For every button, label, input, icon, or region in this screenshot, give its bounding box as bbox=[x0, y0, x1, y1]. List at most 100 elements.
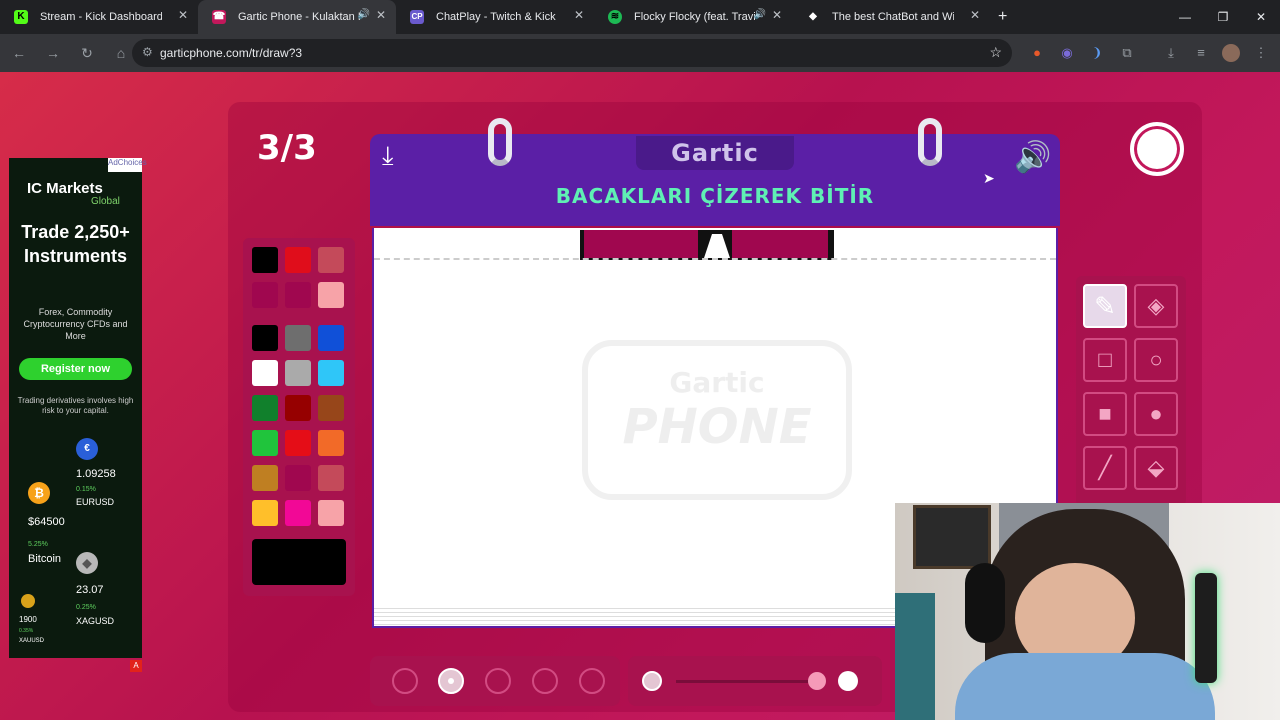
rectangle-fill-tool[interactable]: ■ bbox=[1083, 392, 1127, 436]
ad-register-button[interactable]: Register now bbox=[19, 358, 132, 380]
close-tab-icon[interactable]: ✕ bbox=[772, 8, 782, 22]
ticker-value: 23.07 bbox=[76, 584, 104, 596]
ellipse-outline-tool[interactable]: ○ bbox=[1134, 338, 1178, 382]
color-swatch[interactable] bbox=[252, 500, 278, 526]
ticker-name: Bitcoin bbox=[28, 553, 62, 565]
back-icon[interactable]: ← bbox=[4, 45, 34, 61]
color-swatch[interactable] bbox=[318, 500, 344, 526]
fill-bucket-tool[interactable]: ⬙ bbox=[1134, 446, 1178, 490]
brush-size-5[interactable] bbox=[579, 668, 605, 694]
brush-size-1[interactable] bbox=[392, 668, 418, 694]
address-toolbar: ← → ↻ ⌂ ⚙ garticphone.com/tr/draw?3 ☆ ● … bbox=[0, 34, 1280, 72]
color-swatch[interactable] bbox=[252, 325, 278, 351]
close-tab-icon[interactable]: ✕ bbox=[970, 8, 980, 22]
brush-size-4[interactable] bbox=[532, 668, 558, 694]
pencil-icon: ✎ bbox=[1094, 291, 1116, 321]
media-control-icon[interactable]: ≡ bbox=[1192, 44, 1210, 62]
color-swatch[interactable] bbox=[285, 430, 311, 456]
task-prompt: BACAKLARI ÇİZEREK BİTİR bbox=[555, 184, 875, 208]
close-tab-icon[interactable]: ✕ bbox=[574, 8, 584, 22]
tab-chatplay[interactable]: CP ChatPlay - Twitch & Kick İzleyic ✕ bbox=[396, 0, 594, 34]
forward-icon[interactable]: → bbox=[38, 45, 68, 61]
url-bar[interactable]: ⚙ garticphone.com/tr/draw?3 ☆ bbox=[132, 39, 1012, 67]
color-swatch[interactable] bbox=[318, 282, 344, 308]
color-swatch[interactable] bbox=[252, 247, 278, 273]
color-swatch[interactable] bbox=[285, 282, 311, 308]
close-tab-icon[interactable]: ✕ bbox=[376, 8, 386, 22]
color-swatch[interactable] bbox=[252, 282, 278, 308]
maximize-icon[interactable]: ❐ bbox=[1204, 0, 1242, 34]
close-window-icon[interactable]: ✕ bbox=[1242, 0, 1280, 34]
minimize-icon[interactable]: — bbox=[1166, 0, 1204, 34]
tab-chatbot[interactable]: ◆ The best ChatBot and Widgets ✕ bbox=[792, 0, 990, 34]
bucket-icon: ⬙ bbox=[1147, 455, 1165, 480]
pen-tool[interactable]: ✎ bbox=[1083, 284, 1127, 328]
speaker-icon[interactable]: 🔊 bbox=[358, 9, 370, 20]
adchoices-label[interactable]: AdChoices bbox=[108, 158, 147, 172]
tab-label: Stream - Kick Dashboard bbox=[40, 11, 162, 23]
round-counter: 3/3 bbox=[257, 128, 317, 168]
ticker-name: XAUUSD bbox=[19, 638, 45, 644]
tab-label: Flocky Flocky (feat. Travis Sc bbox=[634, 11, 756, 23]
tab-kick-dashboard[interactable]: K Stream - Kick Dashboard ✕ bbox=[0, 0, 198, 34]
rectangle-outline-tool[interactable]: □ bbox=[1083, 338, 1127, 382]
color-swatch[interactable] bbox=[252, 465, 278, 491]
tool-panel: ✎ ◈ □ ○ ■ ● ╱ ⬙ bbox=[1076, 276, 1186, 506]
color-swatch[interactable] bbox=[285, 247, 311, 273]
kick-icon: K bbox=[14, 10, 28, 24]
color-swatch[interactable] bbox=[318, 430, 344, 456]
webcam-overlay bbox=[895, 503, 1280, 720]
ellipse-fill-tool[interactable]: ● bbox=[1134, 392, 1178, 436]
volume-icon[interactable]: 🔊 bbox=[1014, 140, 1051, 175]
previous-drawing-strip bbox=[580, 230, 834, 260]
brush-size-2[interactable] bbox=[438, 668, 464, 694]
color-swatch[interactable] bbox=[318, 465, 344, 491]
extensions-puzzle-icon[interactable]: ⧉ bbox=[1118, 44, 1136, 62]
speaker-icon[interactable]: 🔊 bbox=[754, 9, 766, 20]
color-swatch[interactable] bbox=[285, 465, 311, 491]
tab-label: Gartic Phone - Kulaktan Kul bbox=[238, 11, 360, 23]
url-text: garticphone.com/tr/draw?3 bbox=[160, 46, 303, 60]
extension-fox-icon[interactable]: ● bbox=[1028, 44, 1046, 62]
color-swatch[interactable] bbox=[285, 325, 311, 351]
download-drawing-icon[interactable]: ⤓ bbox=[382, 140, 394, 172]
download-icon[interactable]: ⤓ bbox=[1162, 44, 1180, 62]
extension-audio-icon[interactable]: ❩ bbox=[1088, 44, 1106, 62]
new-tab-button[interactable]: + bbox=[998, 8, 1007, 26]
color-swatch[interactable] bbox=[318, 247, 344, 273]
color-swatch[interactable] bbox=[318, 395, 344, 421]
spotify-icon: ≋ bbox=[608, 10, 622, 24]
ad-marker-icon[interactable]: A bbox=[130, 660, 142, 672]
close-tab-icon[interactable]: ✕ bbox=[178, 8, 188, 22]
color-swatch[interactable] bbox=[318, 325, 344, 351]
color-swatch[interactable] bbox=[285, 360, 311, 386]
ticker-change: 0.35% bbox=[19, 628, 34, 634]
square-filled-icon: ■ bbox=[1098, 401, 1112, 426]
brush-size-3[interactable] bbox=[485, 668, 511, 694]
line-tool[interactable]: ╱ bbox=[1083, 446, 1127, 490]
site-settings-icon[interactable]: ⚙ bbox=[142, 45, 153, 59]
color-swatch[interactable] bbox=[252, 395, 278, 421]
line-icon: ╱ bbox=[1098, 455, 1112, 480]
color-swatch[interactable] bbox=[318, 360, 344, 386]
opacity-slider-track[interactable] bbox=[676, 680, 816, 683]
eraser-tool[interactable]: ◈ bbox=[1134, 284, 1178, 328]
color-palette bbox=[243, 238, 355, 596]
ad-banner[interactable]: AdChoices IC Markets Global Trade 2,250+… bbox=[9, 158, 147, 658]
color-swatch[interactable] bbox=[252, 430, 278, 456]
opacity-max-icon bbox=[838, 671, 858, 691]
profile-avatar[interactable] bbox=[1222, 44, 1240, 62]
color-swatch[interactable] bbox=[285, 500, 311, 526]
bookmark-star-icon[interactable]: ☆ bbox=[989, 44, 1002, 61]
tab-spotify[interactable]: ≋ Flocky Flocky (feat. Travis Sc 🔊 ✕ bbox=[594, 0, 792, 34]
opacity-slider-handle[interactable] bbox=[808, 672, 826, 690]
menu-kebab-icon[interactable]: ⋮ bbox=[1252, 44, 1270, 62]
tab-gartic-phone[interactable]: ☎ Gartic Phone - Kulaktan Kul 🔊 ✕ bbox=[198, 0, 396, 34]
extension-game-icon[interactable]: ◉ bbox=[1058, 44, 1076, 62]
color-swatch[interactable] bbox=[285, 395, 311, 421]
color-swatch[interactable] bbox=[252, 360, 278, 386]
bitcoin-icon: ₿ bbox=[28, 482, 50, 504]
tab-label: The best ChatBot and Widgets bbox=[832, 11, 954, 23]
reload-icon[interactable]: ↻ bbox=[72, 45, 102, 62]
browser-tab-bar: K Stream - Kick Dashboard ✕ ☎ Gartic Pho… bbox=[0, 0, 1280, 34]
